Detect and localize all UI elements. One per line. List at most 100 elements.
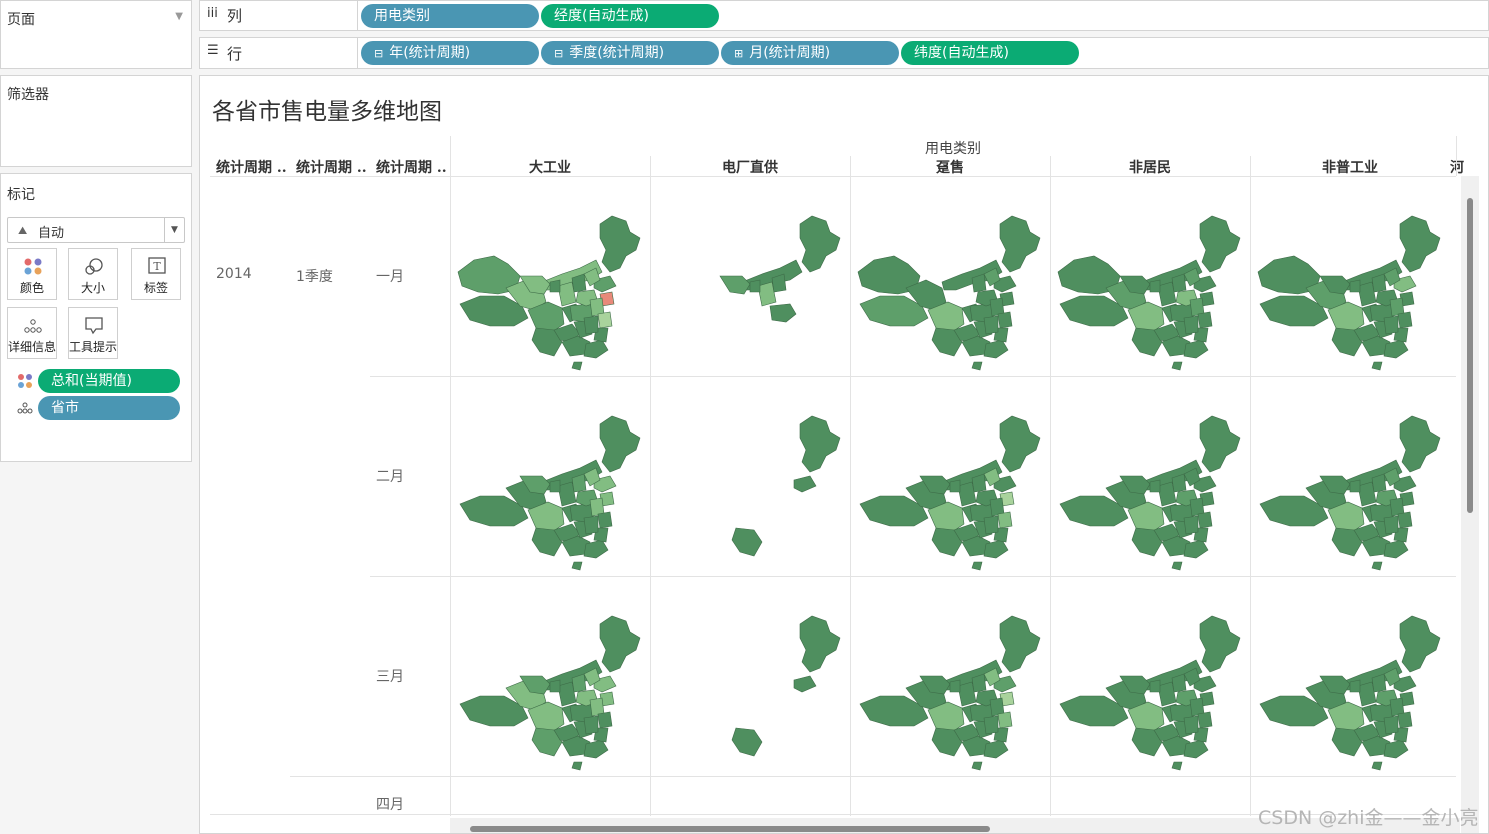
map-cell[interactable] [1250,176,1450,376]
expand-icon[interactable]: ⊞ [734,47,743,60]
province-shape[interactable] [999,415,1041,473]
province-shape[interactable] [1383,515,1399,535]
province-shape[interactable] [949,479,961,493]
province-map[interactable] [650,376,850,576]
map-cell[interactable] [450,376,650,576]
province-shape[interactable] [799,215,841,273]
collapse-icon[interactable]: ⊟ [554,47,563,60]
province-shape[interactable] [1197,511,1213,529]
province-shape[interactable] [1183,515,1199,535]
province-shape[interactable] [799,415,841,473]
province-shape[interactable] [793,475,817,493]
scrollbar-thumb[interactable] [470,826,990,832]
province-shape[interactable] [597,711,613,729]
map-cell[interactable] [1250,576,1450,776]
province-shape[interactable] [997,511,1013,529]
province-shape[interactable] [1197,711,1213,729]
row-year-value[interactable]: 2014 [216,266,252,282]
row-header-year[interactable]: 统计周期 .. [216,157,287,177]
detail-button[interactable]: 详细信息 [7,307,57,359]
province-shape[interactable] [983,515,999,535]
columns-shelf[interactable]: iii 列 用电类别 经度(自动生成) [199,0,1489,31]
province-shape[interactable] [731,727,763,757]
column-pill-longitude[interactable]: 经度(自动生成) [541,4,719,28]
province-shape[interactable] [971,761,983,771]
province-map[interactable] [1250,576,1450,776]
province-map[interactable] [850,576,1050,776]
province-shape[interactable] [997,311,1013,329]
province-map[interactable] [650,176,850,376]
rows-shelf[interactable]: ☰ 行 ⊟ 年(统计周期) ⊟ 季度(统计周期) ⊞ 月(统计周期) 纬度(自动生成) [199,37,1489,69]
row-header-month[interactable]: 统计周期 .. [376,157,447,177]
province-map[interactable] [1250,176,1450,376]
column-header[interactable]: 电厂直供 [650,157,850,177]
province-shape[interactable] [1349,479,1361,493]
vertical-scrollbar[interactable] [1461,176,1479,833]
province-shape[interactable] [599,415,641,473]
province-shape[interactable] [1397,511,1413,529]
scrollbar-thumb[interactable] [1467,198,1473,513]
map-cell[interactable] [850,576,1050,776]
province-shape[interactable] [983,315,999,335]
size-button[interactable]: 大小 [68,248,118,300]
province-shape[interactable] [1149,479,1161,493]
row-header-quarter[interactable]: 统计周期 .. [296,157,367,177]
collapse-icon[interactable]: ⊟ [374,47,383,60]
province-map[interactable] [1050,376,1250,576]
province-shape[interactable] [599,215,641,273]
province-map[interactable] [850,176,1050,376]
province-map[interactable] [850,376,1050,576]
province-shape[interactable] [583,515,599,535]
province-shape[interactable] [599,615,641,673]
province-map[interactable] [450,576,650,776]
label-button[interactable]: T 标签 [131,248,181,300]
province-shape[interactable] [571,361,583,371]
province-shape[interactable] [1383,315,1399,335]
row-pill-year[interactable]: ⊟ 年(统计周期) [361,41,539,65]
province-shape[interactable] [549,279,561,293]
map-cell[interactable] [850,176,1050,376]
province-shape[interactable] [793,675,817,693]
map-cell[interactable] [1050,576,1250,776]
filters-card[interactable]: 筛选器 [0,75,192,167]
province-shape[interactable] [1371,761,1383,771]
province-map[interactable] [1250,376,1450,576]
map-cell[interactable] [450,576,650,776]
row-month-value[interactable]: 一月 [376,266,404,286]
province-shape[interactable] [1183,315,1199,335]
province-shape[interactable] [583,315,599,335]
province-map[interactable] [1050,176,1250,376]
province-shape[interactable] [1149,279,1161,293]
mark-type-dropdown[interactable]: ⛰ 自动 ▼ [7,217,185,243]
province-shape[interactable] [983,715,999,735]
province-shape[interactable] [997,711,1013,729]
chevron-down-icon[interactable]: ▼ [164,218,184,242]
province-shape[interactable] [571,561,583,571]
province-shape[interactable] [597,511,613,529]
row-month-value[interactable]: 四月 [376,794,404,814]
column-header[interactable]: 大工业 [450,157,650,177]
province-shape[interactable] [1199,415,1241,473]
map-cell[interactable] [650,576,850,776]
column-header[interactable]: 非居民 [1050,157,1250,177]
tooltip-button[interactable]: 工具提示 [68,307,118,359]
province-shape[interactable] [731,527,763,557]
detail-field-pill[interactable]: 省市 [38,396,180,420]
province-shape[interactable] [1197,311,1213,329]
map-cell[interactable] [850,376,1050,576]
province-shape[interactable] [1199,615,1241,673]
province-shape[interactable] [1371,561,1383,571]
province-shape[interactable] [1171,561,1183,571]
map-cell[interactable] [1250,376,1450,576]
map-cell[interactable] [450,176,650,376]
map-cell[interactable] [650,176,850,376]
row-month-value[interactable]: 二月 [376,466,404,486]
province-shape[interactable] [949,679,961,693]
province-shape[interactable] [1397,311,1413,329]
province-shape[interactable] [971,361,983,371]
province-shape[interactable] [1383,715,1399,735]
province-shape[interactable] [1183,715,1199,735]
column-pill-category[interactable]: 用电类别 [361,4,539,28]
row-quarter-value[interactable]: 1季度 [296,266,333,286]
column-header[interactable]: 河 [1450,157,1470,177]
